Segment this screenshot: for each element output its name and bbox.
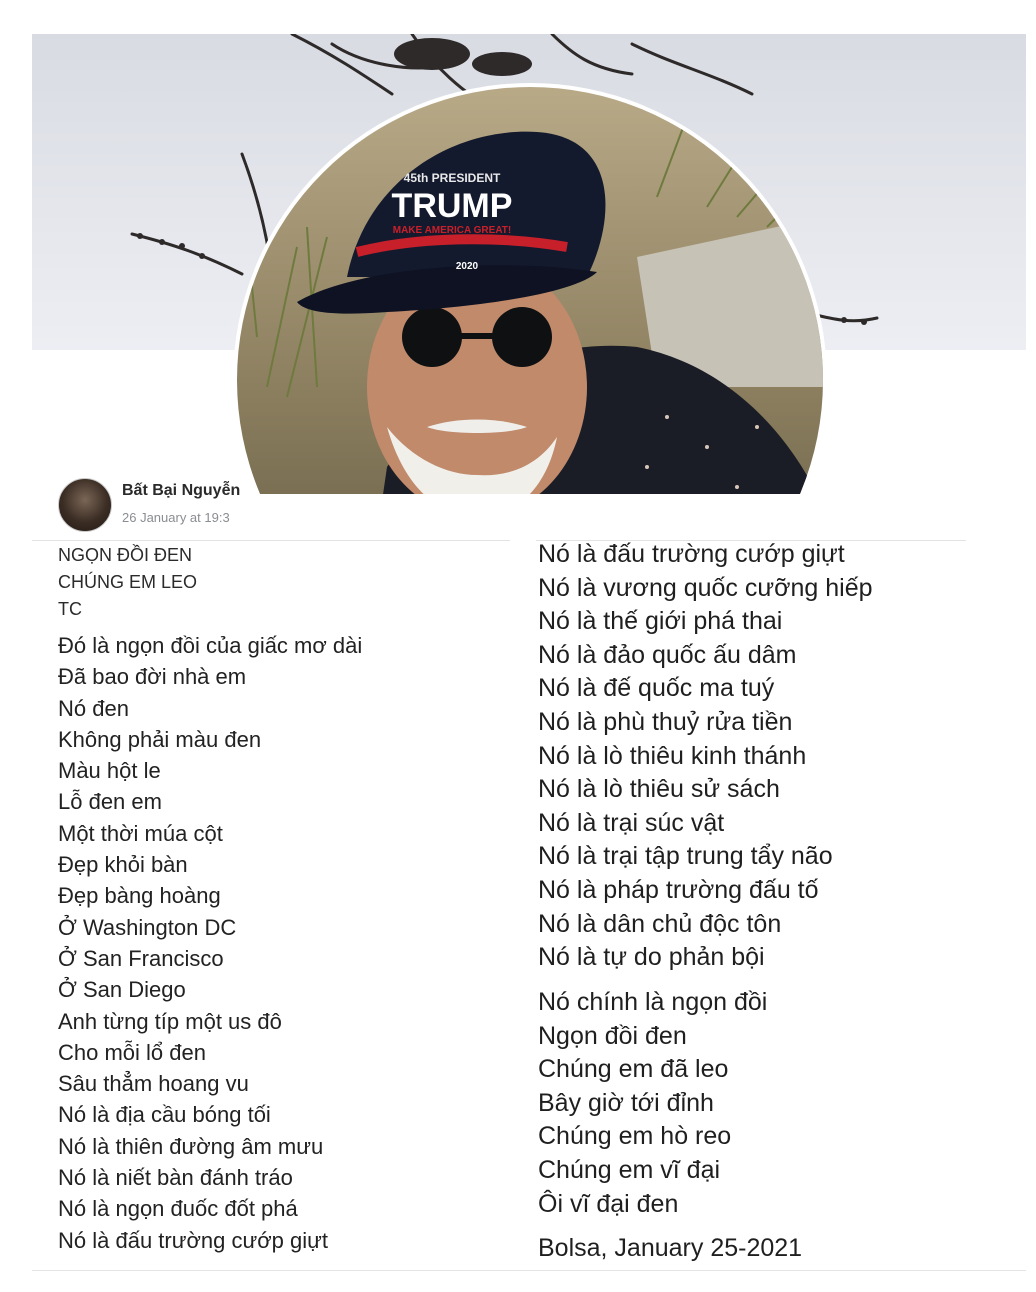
poem-header-line: CHÚNG EM LEO [58, 572, 198, 592]
cap-text-main: TRUMP [392, 187, 513, 225]
poem-right-line: Nó là trại tập trung tẩy não [538, 842, 833, 871]
poem-right-line: Ôi vĩ đại đen [538, 1189, 679, 1218]
poem-signature: Bolsa, January 25-2021 [538, 1234, 803, 1262]
poem-left-line: Nó là ngọn đuốc đốt phá [58, 1196, 298, 1222]
poem-left-column: Đó là ngọn đồi của giấc mơ dài Đã bao đời… [58, 630, 362, 1256]
left-divider [32, 540, 510, 541]
poem-right-line: Nó là tự do phản bội [538, 943, 765, 972]
author-name[interactable]: Bất Bại Nguyễn [122, 482, 240, 500]
poem-right-line: Nó là đấu trường cướp giựt [538, 540, 845, 568]
poem-left-line: Nó đen [58, 695, 129, 721]
post-timestamp[interactable]: 26 January at 19:3 [122, 510, 230, 525]
poem-left-line: Không phải màu đen [58, 726, 262, 752]
poem-right-line: Ngọn đồi đen [538, 1021, 687, 1050]
poem-right-line: Nó là vương quốc cưỡng hiếp [538, 573, 873, 602]
poem-left-line: Đó là ngọn đồi của giấc mơ dài [58, 633, 363, 658]
poem-right-line: Nó là đảo quốc ấu dâm [538, 640, 797, 669]
poem-left-line: Nó là niết bàn đánh tráo [58, 1165, 293, 1191]
poem-left-line: Màu hột le [58, 758, 161, 784]
poem-right-line: Nó là pháp trường đấu tố [538, 875, 819, 904]
poem-right-line: Nó là lò thiêu sử sách [538, 775, 780, 804]
poem-left-line: Đẹp bàng hoàng [58, 883, 221, 909]
poem-right-line: Nó là dân chủ độc tôn [538, 909, 782, 938]
cap-year: 2020 [456, 261, 479, 272]
poem-left-line: Ở San Diego [58, 977, 186, 1003]
cap-text-top: 45th PRESIDENT [404, 171, 501, 185]
poem-right-line: Nó chính là ngọn đồi [538, 988, 768, 1016]
poem-right-line: Nó là lò thiêu kinh thánh [538, 741, 807, 770]
poem-header: NGỌN ĐỒI ĐEN CHÚNG EM LEO TC [58, 542, 197, 623]
poem-left-line: Ở San Francisco [58, 945, 224, 971]
poem-left-line: Nó là địa cầu bóng tối [58, 1102, 271, 1128]
poem-left-line: Sâu thẳm hoang vu [58, 1071, 249, 1097]
cap-text-sub: MAKE AMERICA GREAT! [393, 225, 512, 236]
poem-right-line: Nó là phù thuỷ rửa tiền [538, 707, 793, 736]
poem-right-line: Bây giờ tới đỉnh [538, 1088, 714, 1117]
poem-right-column-bottom: Nó chính là ngọn đồi Ngọn đồi đen Chúng em… [538, 986, 767, 1221]
poem-left-line: Đã bao đời nhà em [58, 664, 247, 690]
poem-right-line: Chúng em đã leo [538, 1055, 729, 1084]
author-avatar[interactable] [58, 478, 112, 532]
poem-left-line: Nó là đấu trường cướp giựt [58, 1227, 328, 1253]
poem-right-line: Nó là thế giới phá thai [538, 607, 783, 636]
poem-left-line: Anh từng típ một us đô [58, 1008, 282, 1034]
poem-left-line: Ở Washington DC [58, 914, 237, 940]
poem-right-line: Nó là trại súc vật [538, 808, 725, 837]
poem-right-line: Chúng em vĩ đại [538, 1155, 721, 1184]
poem-right-line: Chúng em hò reo [538, 1122, 732, 1151]
poem-left-line: Đẹp khỏi bàn [58, 852, 188, 878]
poem-right-line: Nó là đế quốc ma tuý [538, 674, 775, 703]
bottom-divider [32, 1270, 1026, 1271]
poem-header-line: NGỌN ĐỒI ĐEN [58, 545, 193, 565]
poem-left-line: Cho mỗi lổ đen [58, 1039, 206, 1065]
poem-header-line: TC [58, 599, 82, 619]
poem-left-line: Lỗ đen em [58, 789, 162, 815]
poem-right-column-top: Nó là đấu trường cướp giựt Nó là vương qu… [538, 538, 873, 975]
poem-left-line: Một thời múa cột [58, 820, 223, 846]
poem-left-line: Nó là thiên đường âm mưu [58, 1133, 324, 1159]
